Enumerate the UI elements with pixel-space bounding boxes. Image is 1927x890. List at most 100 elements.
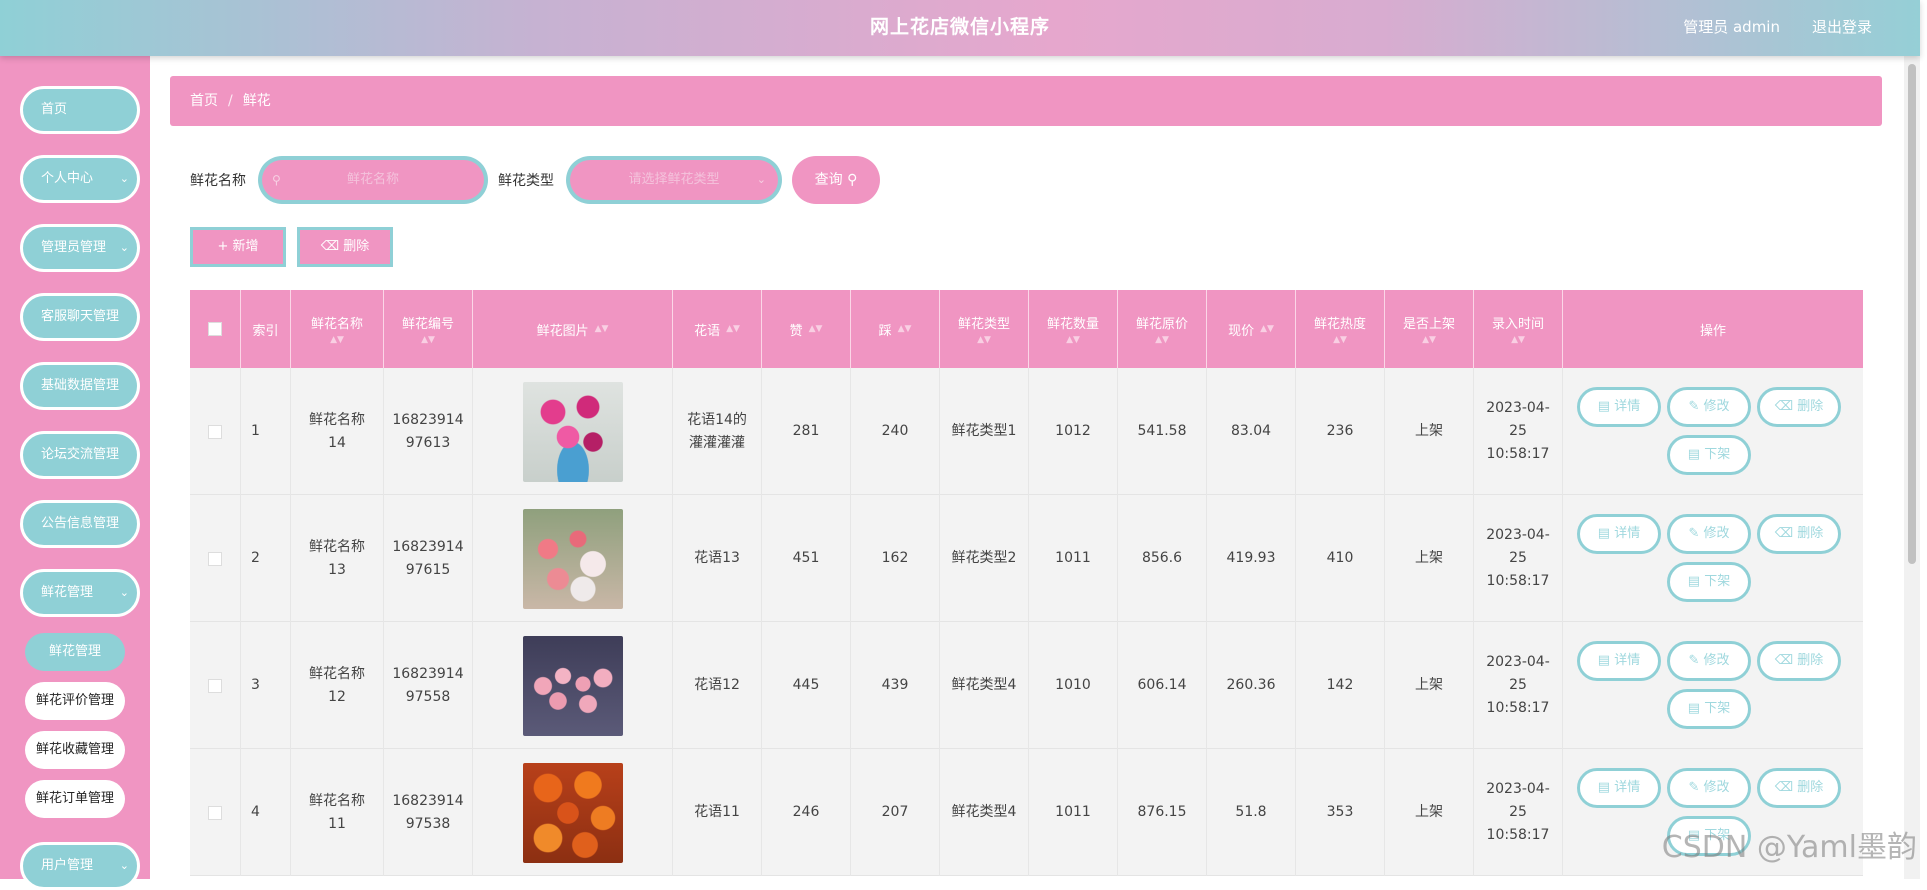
col-like[interactable]: 赞 ▲▼ bbox=[762, 290, 851, 368]
submenu-item-flower-manage[interactable]: 鲜花管理 bbox=[25, 633, 125, 671]
delete-button[interactable]: ⌫ 删除 bbox=[1757, 641, 1841, 681]
search-name-input[interactable]: ⚲ 鲜花名称 bbox=[258, 156, 488, 204]
sidebar-item-flowers[interactable]: 鲜花管理 ⌄ bbox=[20, 569, 140, 617]
table-row: 1 鲜花名称14 1682391497613 花语14的灌灌灌灌 281 240… bbox=[190, 368, 1863, 495]
select-all-checkbox[interactable] bbox=[208, 322, 222, 336]
cell-dislike: 439 bbox=[851, 622, 940, 749]
document-icon: ▤ bbox=[1597, 653, 1611, 668]
batch-delete-button[interactable]: ⌫ 删除 bbox=[297, 227, 393, 267]
cell-status: 上架 bbox=[1385, 622, 1474, 749]
detail-button[interactable]: ▤ 详情 bbox=[1577, 641, 1661, 681]
cell-like: 281 bbox=[762, 368, 851, 495]
sidebar-item-chat[interactable]: 客服聊天管理 bbox=[20, 293, 140, 341]
cell-code: 1682391497615 bbox=[384, 495, 473, 622]
sidebar-item-label: 公告信息管理 bbox=[41, 516, 120, 531]
query-button[interactable]: 查询 ⚲ bbox=[792, 156, 880, 204]
col-quantity[interactable]: 鲜花数量 ▲▼ bbox=[1029, 290, 1118, 368]
document-icon: ▤ bbox=[1687, 447, 1701, 462]
detail-button[interactable]: ▤ 详情 bbox=[1577, 514, 1661, 554]
cell-actions: ▤ 详情 ✎ 修改 ⌫ 删除 ▤ 下架 bbox=[1563, 622, 1863, 749]
delete-button[interactable]: ⌫ 删除 bbox=[1757, 768, 1841, 808]
col-heat[interactable]: 鲜花热度 ▲▼ bbox=[1296, 290, 1385, 368]
sort-icon: ▲▼ bbox=[726, 324, 740, 334]
col-dislike[interactable]: 踩 ▲▼ bbox=[851, 290, 940, 368]
cell-image bbox=[473, 368, 673, 495]
cell-time: 2023-04-25 10:58:17 bbox=[1474, 749, 1563, 876]
flower-image[interactable] bbox=[522, 762, 623, 863]
pencil-icon: ✎ bbox=[1688, 780, 1700, 795]
offline-button[interactable]: ▤ 下架 bbox=[1667, 562, 1751, 602]
flower-image[interactable] bbox=[522, 381, 623, 482]
col-name[interactable]: 鲜花名称 ▲▼ bbox=[291, 290, 384, 368]
cell-dislike: 162 bbox=[851, 495, 940, 622]
chevron-down-icon: ⌄ bbox=[756, 173, 766, 186]
flower-image[interactable] bbox=[522, 635, 623, 736]
cell-name: 鲜花名称14 bbox=[291, 368, 384, 495]
sidebar-item-label: 基础数据管理 bbox=[41, 378, 120, 393]
sidebar-item-users[interactable]: 用户管理 ⌄ bbox=[20, 842, 140, 890]
cell-heat: 410 bbox=[1296, 495, 1385, 622]
sort-icon: ▲▼ bbox=[1066, 335, 1080, 345]
col-language[interactable]: 花语 ▲▼ bbox=[673, 290, 762, 368]
edit-button[interactable]: ✎ 修改 bbox=[1667, 641, 1751, 681]
edit-button[interactable]: ✎ 修改 bbox=[1667, 387, 1751, 427]
sidebar-item-basic-data[interactable]: 基础数据管理 bbox=[20, 362, 140, 410]
watermark: CSDN @Yaml墨韵 bbox=[1661, 830, 1917, 865]
row-select-cell bbox=[190, 368, 241, 495]
sort-icon: ▲▼ bbox=[1155, 335, 1169, 345]
sort-icon: ▲▼ bbox=[1511, 335, 1525, 345]
submenu-item-flower-review[interactable]: 鲜花评价管理 bbox=[25, 682, 125, 720]
detail-button[interactable]: ▤ 详情 bbox=[1577, 768, 1661, 808]
pencil-icon: ✎ bbox=[1688, 526, 1700, 541]
delete-button[interactable]: ⌫ 删除 bbox=[1757, 387, 1841, 427]
cell-status: 上架 bbox=[1385, 749, 1474, 876]
sidebar-item-profile[interactable]: 个人中心 ⌄ bbox=[20, 155, 140, 203]
add-button[interactable]: + 新增 bbox=[190, 227, 286, 267]
cell-actions: ▤ 详情 ✎ 修改 ⌫ 删除 ▤ 下架 bbox=[1563, 495, 1863, 622]
page-scrollbar[interactable] bbox=[1904, 56, 1920, 879]
sort-icon: ▲▼ bbox=[1422, 335, 1436, 345]
sort-icon: ▲▼ bbox=[594, 324, 609, 334]
row-checkbox[interactable] bbox=[208, 805, 222, 820]
submenu-item-flower-order[interactable]: 鲜花订单管理 bbox=[25, 780, 125, 818]
table-row: 3 鲜花名称12 1682391497558 花语12 445 439 鲜花类型… bbox=[190, 622, 1863, 749]
cell-heat: 353 bbox=[1296, 749, 1385, 876]
row-checkbox[interactable] bbox=[208, 551, 222, 566]
flower-image[interactable] bbox=[522, 508, 623, 609]
edit-button[interactable]: ✎ 修改 bbox=[1667, 768, 1751, 808]
col-status[interactable]: 是否上架 ▲▼ bbox=[1385, 290, 1474, 368]
breadcrumb-home[interactable]: 首页 bbox=[190, 93, 218, 109]
add-button-label: 新增 bbox=[232, 239, 259, 254]
sidebar-item-admins[interactable]: 管理员管理 ⌄ bbox=[20, 224, 140, 272]
chevron-down-icon: ⌄ bbox=[119, 859, 129, 872]
cell-original-price: 856.6 bbox=[1118, 495, 1207, 622]
delete-button[interactable]: ⌫ 删除 bbox=[1757, 514, 1841, 554]
document-icon: ▤ bbox=[1687, 574, 1701, 589]
col-image[interactable]: 鲜花图片 ▲▼ bbox=[473, 290, 673, 368]
col-type[interactable]: 鲜花类型 ▲▼ bbox=[940, 290, 1029, 368]
sidebar-item-label: 客服聊天管理 bbox=[41, 309, 120, 324]
submenu-item-flower-favorite[interactable]: 鲜花收藏管理 bbox=[25, 731, 125, 769]
cell-quantity: 1011 bbox=[1029, 749, 1118, 876]
document-icon: ▤ bbox=[1597, 526, 1611, 541]
col-price[interactable]: 现价 ▲▼ bbox=[1207, 290, 1296, 368]
search-type-label: 鲜花类型 bbox=[498, 173, 554, 189]
search-type-select[interactable]: 请选择鲜花类型 ⌄ bbox=[566, 156, 782, 204]
sidebar-item-home[interactable]: 首页 bbox=[20, 86, 140, 134]
col-original-price[interactable]: 鲜花原价 ▲▼ bbox=[1118, 290, 1207, 368]
sidebar-item-forum[interactable]: 论坛交流管理 bbox=[20, 431, 140, 479]
offline-button[interactable]: ▤ 下架 bbox=[1667, 435, 1751, 475]
col-time[interactable]: 录入时间 ▲▼ bbox=[1474, 290, 1563, 368]
cell-dislike: 240 bbox=[851, 368, 940, 495]
row-checkbox[interactable] bbox=[208, 424, 222, 439]
sidebar-item-notice[interactable]: 公告信息管理 bbox=[20, 500, 140, 548]
cell-time: 2023-04-25 10:58:17 bbox=[1474, 622, 1563, 749]
logout-link[interactable]: 退出登录 bbox=[1812, 0, 1872, 54]
col-code[interactable]: 鲜花编号 ▲▼ bbox=[384, 290, 473, 368]
detail-button[interactable]: ▤ 详情 bbox=[1577, 387, 1661, 427]
edit-button[interactable]: ✎ 修改 bbox=[1667, 514, 1751, 554]
row-checkbox[interactable] bbox=[208, 678, 222, 693]
cell-name: 鲜花名称13 bbox=[291, 495, 384, 622]
offline-button[interactable]: ▤ 下架 bbox=[1667, 689, 1751, 729]
scrollbar-thumb[interactable] bbox=[1908, 64, 1916, 564]
